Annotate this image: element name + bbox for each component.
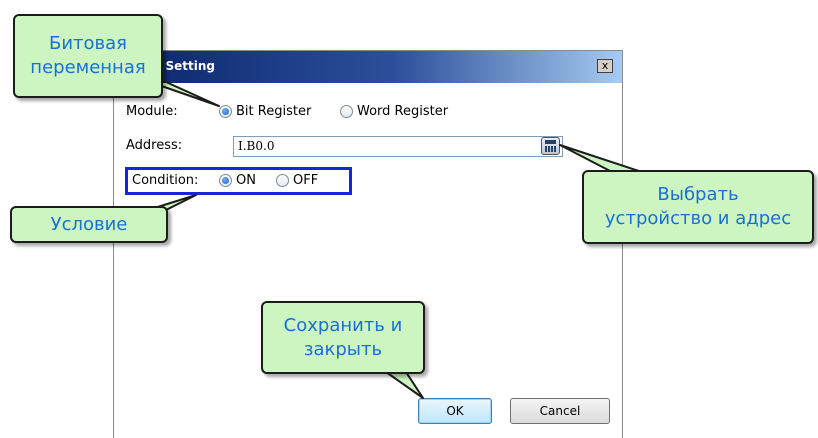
callout-bit-variable: Битовая переменная — [13, 14, 163, 98]
callout-select-device: Выбрать устройство и адрес — [582, 170, 814, 244]
callout-save-close: Сохранить и закрыть — [261, 301, 425, 374]
callout-select-device-line2: устройство и адрес — [604, 208, 792, 229]
callout-bit-variable-line2: переменная — [30, 57, 146, 78]
callout-bit-variable-line1: Битовая — [48, 33, 127, 54]
pointer-select-device — [559, 144, 643, 173]
callout-condition-text: Условие — [50, 213, 128, 235]
pointer-save-close — [385, 371, 424, 399]
callout-save-close-line2: закрыть — [303, 338, 383, 360]
callout-condition: Условие — [10, 206, 168, 243]
callout-select-device-line1: Выбрать — [657, 184, 739, 205]
callout-save-close-line1: Сохранить и — [283, 314, 403, 336]
